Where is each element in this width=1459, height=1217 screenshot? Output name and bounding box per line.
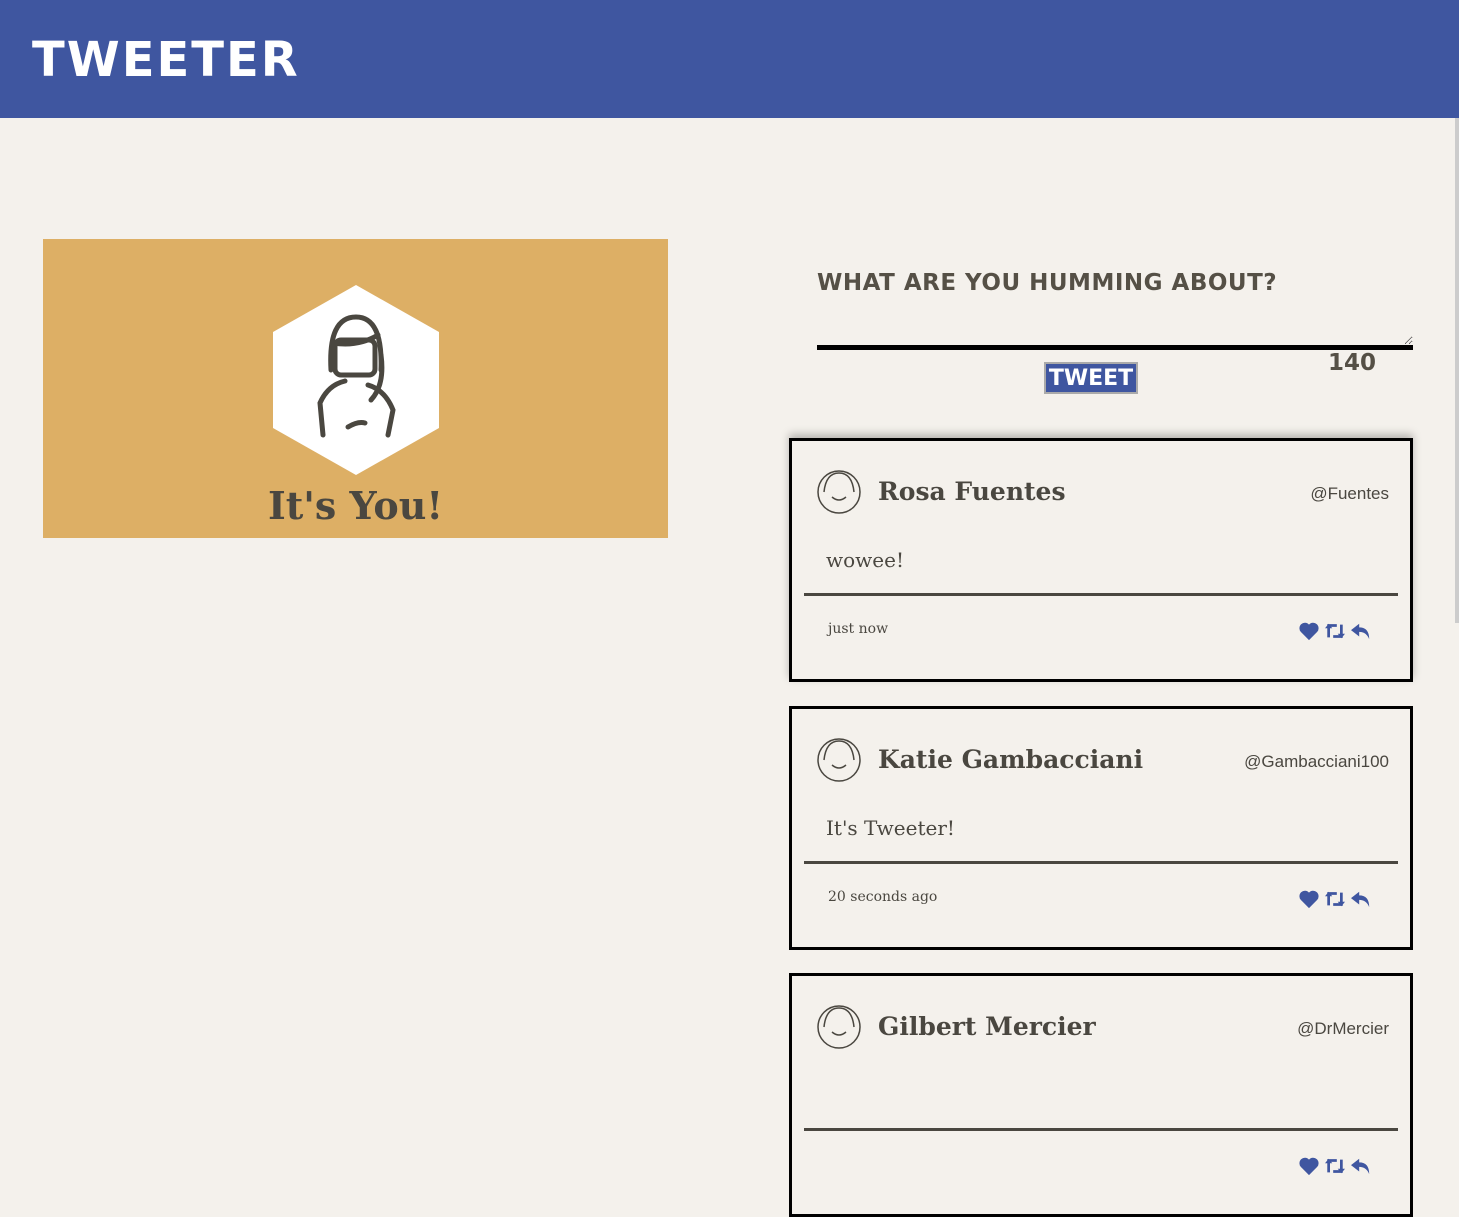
reply-icon[interactable] [1350, 889, 1372, 909]
tweet-timestamp: 20 seconds ago [828, 889, 938, 905]
scrollbar[interactable] [1455, 118, 1459, 623]
reply-icon[interactable] [1350, 1156, 1372, 1176]
char-counter: 140 [1328, 350, 1377, 376]
tweet-actions [1298, 621, 1372, 641]
heart-icon[interactable] [1298, 621, 1320, 641]
tweet-text: It's Tweeter! [826, 816, 955, 840]
compose-form: WHAT ARE YOU HUMMING ABOUT? TWEET 140 [817, 270, 1413, 394]
tweet-author-name: Katie Gambacciani [878, 745, 1144, 774]
profile-card: It's You! [43, 239, 668, 538]
tweet-divider [804, 1128, 1398, 1131]
heart-icon[interactable] [1298, 1156, 1320, 1176]
user-avatar-icon [817, 470, 861, 514]
tweet-divider [804, 861, 1398, 864]
tweet-card: Rosa Fuentes @Fuentes wowee! just now [789, 438, 1413, 682]
tweet-actions [1298, 889, 1372, 909]
heart-icon[interactable] [1298, 889, 1320, 909]
retweet-icon[interactable] [1324, 621, 1346, 641]
tweet-author-handle: @DrMercier [1297, 1019, 1389, 1038]
tweet-author-name: Rosa Fuentes [878, 477, 1066, 506]
top-bar: TWEETER [0, 0, 1459, 118]
tweet-card: Katie Gambacciani @Gambacciani100 It's T… [789, 706, 1413, 950]
tweet-button[interactable]: TWEET [1044, 362, 1138, 394]
app-logo[interactable]: TWEETER [32, 32, 300, 88]
tweet-divider [804, 593, 1398, 596]
retweet-icon[interactable] [1324, 889, 1346, 909]
profile-caption: It's You! [267, 483, 444, 528]
tweet-author-handle: @Fuentes [1310, 484, 1389, 503]
compose-prompt: WHAT ARE YOU HUMMING ABOUT? [817, 270, 1278, 296]
retweet-icon[interactable] [1324, 1156, 1346, 1176]
user-avatar-icon [817, 1005, 861, 1049]
tweet-timestamp: just now [828, 621, 889, 637]
woman-avatar-icon [273, 285, 439, 475]
user-avatar-icon [817, 738, 861, 782]
reply-icon[interactable] [1350, 621, 1372, 641]
tweet-input[interactable] [817, 310, 1413, 350]
tweet-text: wowee! [826, 548, 904, 572]
tweet-actions [1298, 1156, 1372, 1176]
tweet-author-handle: @Gambacciani100 [1244, 752, 1389, 771]
tweet-card: Gilbert Mercier @DrMercier [789, 973, 1413, 1217]
tweet-author-name: Gilbert Mercier [878, 1012, 1096, 1041]
